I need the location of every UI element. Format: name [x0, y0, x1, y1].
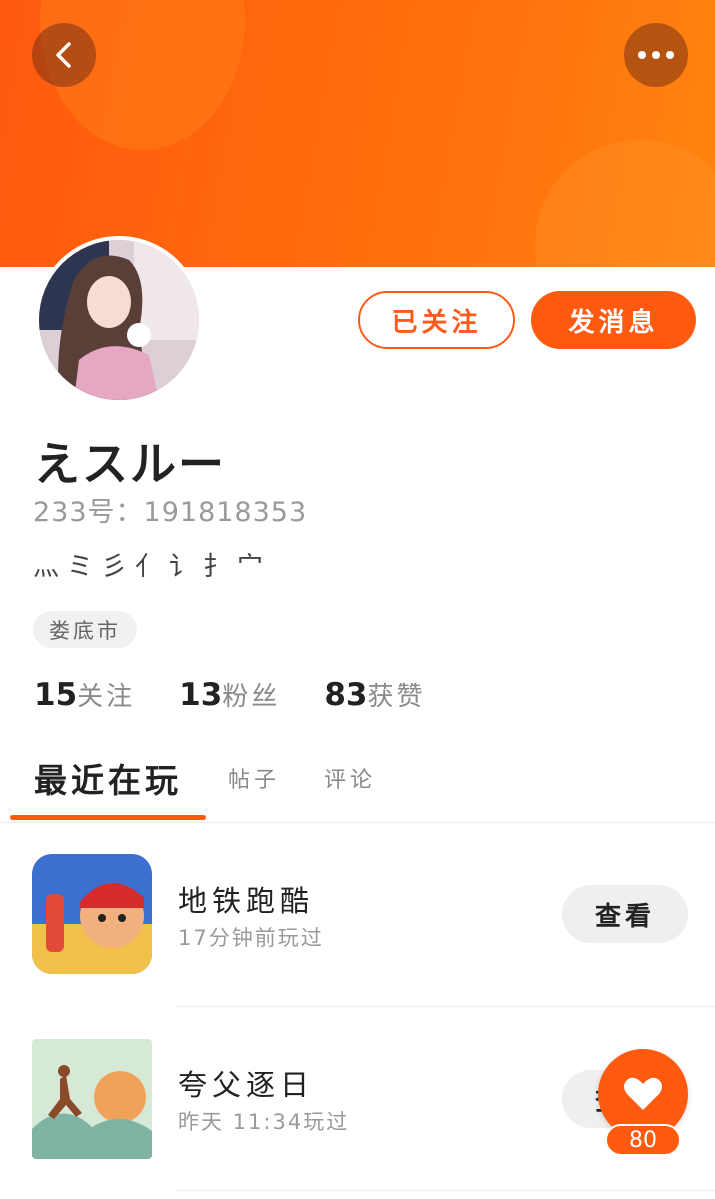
- tab-comments[interactable]: 评论: [324, 762, 376, 794]
- played-time: 17分钟前玩过: [178, 926, 324, 950]
- stat-value: 13: [179, 677, 223, 713]
- game-title: 地铁跑酷: [178, 884, 315, 918]
- user-id: 233号：191818353: [33, 497, 308, 528]
- game-thumbnail: [32, 1039, 152, 1159]
- more-button[interactable]: [624, 23, 688, 87]
- stats-bar: 15关注 13粉丝 83获赞: [34, 676, 425, 713]
- played-time: 昨天 11:34玩过: [178, 1110, 350, 1134]
- avatar[interactable]: [35, 236, 203, 404]
- game-title: 夸父逐日: [178, 1068, 315, 1102]
- game-icon: [32, 854, 152, 974]
- stat-label: 粉丝: [222, 682, 281, 712]
- avatar-image: [39, 240, 199, 400]
- game-icon: [32, 1039, 152, 1159]
- more-dots-icon: [638, 51, 674, 59]
- following-stat[interactable]: 15关注: [34, 676, 135, 713]
- stat-value: 83: [324, 677, 368, 713]
- view-button[interactable]: 查看: [562, 885, 688, 943]
- stat-label: 关注: [77, 682, 136, 712]
- likes-stat[interactable]: 83获赞: [324, 676, 425, 713]
- game-thumbnail: [32, 854, 152, 974]
- send-message-button[interactable]: 发消息: [531, 291, 696, 349]
- like-count-badge: 80: [605, 1124, 681, 1156]
- chevron-left-icon: [56, 42, 71, 68]
- location-tag: 娄底市: [33, 611, 137, 648]
- heart-icon: [624, 1077, 662, 1110]
- profile-banner: [0, 0, 715, 267]
- back-button[interactable]: [32, 23, 96, 87]
- stat-label: 获赞: [367, 682, 426, 712]
- followed-button[interactable]: 已关注: [358, 291, 515, 349]
- active-tab-indicator: [10, 815, 206, 820]
- profile-tabs: 最近在玩 帖子 评论: [0, 740, 715, 823]
- stat-value: 15: [34, 677, 78, 713]
- divider: [176, 1190, 715, 1191]
- tab-posts[interactable]: 帖子: [228, 762, 280, 794]
- divider: [176, 1006, 715, 1007]
- list-item[interactable]: 地铁跑酷 17分钟前玩过 查看: [0, 833, 715, 1008]
- tab-recently-played[interactable]: 最近在玩: [34, 754, 182, 802]
- bio-text: 灬ミ彡亻讠扌宀: [33, 552, 272, 582]
- followers-stat[interactable]: 13粉丝: [179, 676, 280, 713]
- banner-decoration: [535, 140, 715, 267]
- username: えスルー: [34, 437, 226, 491]
